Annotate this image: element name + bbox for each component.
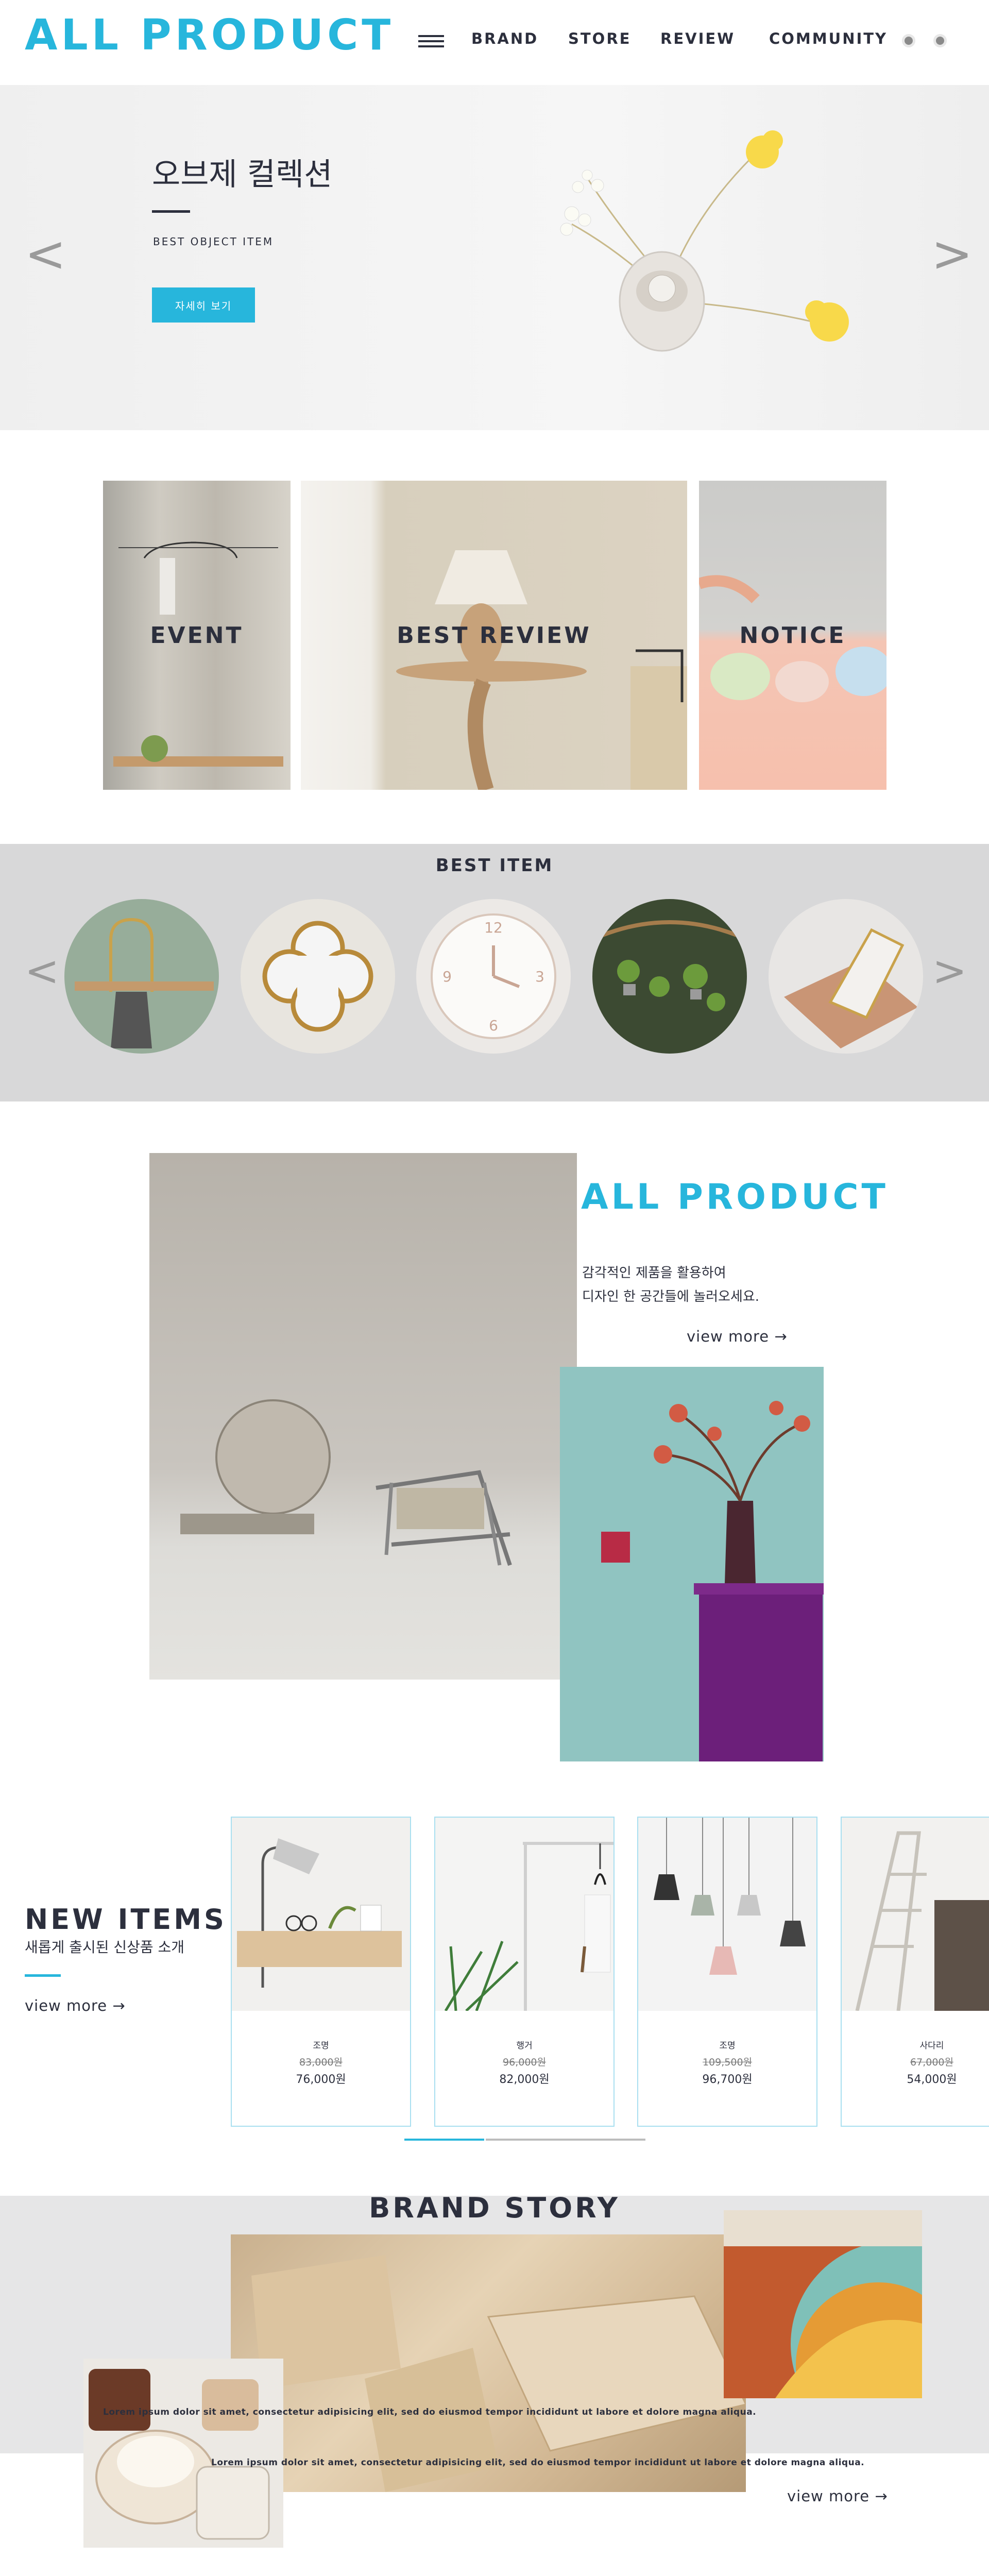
product-name-3: 조명 <box>719 2041 736 2051</box>
best-prev-arrow[interactable]: < <box>25 951 59 992</box>
best-item-1[interactable] <box>64 899 219 1054</box>
brand-story-rug-image <box>724 2210 922 2398</box>
user-icon[interactable] <box>902 34 915 47</box>
product-old-price-3: 109,500원 <box>702 2057 753 2068</box>
carousel-indicator-1[interactable] <box>404 2139 484 2141</box>
all-product-line-2: 디자인 한 공간들에 놀러오세요. <box>582 1289 760 1304</box>
chair-mirror-scene <box>180 1399 512 1566</box>
svg-text:12: 12 <box>484 919 503 936</box>
all-product-vase-image <box>560 1367 824 1761</box>
hero-subtitle: BEST OBJECT ITEM <box>153 235 274 248</box>
best-item-5[interactable] <box>769 899 923 1054</box>
svg-text:3: 3 <box>535 968 544 985</box>
tray-mirror-image <box>784 928 918 1048</box>
new-items-title: NEW ITEMS <box>25 1903 227 1936</box>
all-product-description: 감각적인 제품을 활용하여 디자인 한 공간들에 놀러오세요. <box>582 1261 759 1309</box>
hero-prev-arrow[interactable]: < <box>25 229 66 279</box>
hanging-plants-image <box>602 920 738 1011</box>
product-card-1[interactable]: 조명 83,000원 76,000원 <box>231 1817 411 2127</box>
product-price-2: 82,000원 <box>499 2073 550 2086</box>
carousel-indicator-2[interactable] <box>486 2139 566 2141</box>
all-product-title: ALL PRODUCT <box>581 1177 889 1217</box>
product-old-price-2: 96,000원 <box>503 2057 546 2068</box>
hero-divider <box>152 210 190 213</box>
brand-story-title: BRAND STORY <box>369 2192 620 2224</box>
best-item-3[interactable]: 12 3 6 9 <box>416 899 571 1054</box>
product-price-3: 96,700원 <box>702 2073 753 2086</box>
new-items-divider <box>25 1974 61 1977</box>
tile-event-label: EVENT <box>150 622 244 649</box>
tile-notice[interactable]: NOTICE <box>699 481 886 790</box>
hero-detail-button[interactable]: 자세히 보기 <box>152 287 255 323</box>
product-image-4 <box>842 1818 989 2011</box>
tile-event[interactable]: EVENT <box>103 481 291 790</box>
product-name-2: 행거 <box>516 2041 533 2051</box>
tile-best-review-label: BEST REVIEW <box>397 622 591 649</box>
best-item-title: BEST ITEM <box>435 855 554 876</box>
hero-banner <box>0 85 989 430</box>
cart-icon[interactable] <box>933 34 947 47</box>
all-product-line-1: 감각적인 제품을 활용하여 <box>582 1265 726 1281</box>
product-price-1: 76,000원 <box>296 2073 346 2086</box>
hero-vase-image <box>560 130 849 352</box>
nav-brand[interactable]: BRAND <box>471 30 538 47</box>
hero-title: 오브제 컬렉션 <box>152 157 333 193</box>
product-price-4: 54,000원 <box>907 2073 957 2086</box>
best-item-2[interactable] <box>241 899 395 1054</box>
product-name-1: 조명 <box>313 2041 329 2051</box>
product-image-3 <box>638 1818 816 2011</box>
brand-story-cups-image <box>83 2359 283 2548</box>
brand-story-text-1: Lorem ipsum dolor sit amet, consectetur … <box>103 2407 757 2417</box>
site-logo[interactable]: ALL PRODUCT <box>25 14 394 57</box>
carousel-indicator-3[interactable] <box>566 2139 645 2141</box>
nav-review[interactable]: REVIEW <box>660 30 735 47</box>
tile-best-review[interactable]: BEST REVIEW <box>301 481 687 790</box>
brand-story-view-more[interactable]: view more → <box>787 2487 888 2505</box>
wall-clock-image: 12 3 6 9 <box>431 913 556 1039</box>
nav-community[interactable]: COMMUNITY <box>769 30 888 47</box>
tile-notice-label: NOTICE <box>739 622 846 649</box>
product-card-3[interactable]: 조명 109,500원 96,700원 <box>637 1817 817 2127</box>
menu-icon[interactable] <box>418 35 444 48</box>
new-items-view-more[interactable]: view more → <box>25 1997 126 2014</box>
clover-mirror-image <box>262 921 373 1032</box>
product-image-2 <box>435 1818 613 2011</box>
svg-text:9: 9 <box>442 968 452 985</box>
nav-store[interactable]: STORE <box>568 30 631 47</box>
best-item-4[interactable] <box>592 899 747 1054</box>
product-image-1 <box>232 1818 410 2011</box>
shelf-mirror-image <box>75 918 214 1048</box>
product-old-price-1: 83,000원 <box>299 2057 343 2068</box>
purple-stand-scene <box>601 1401 824 1761</box>
new-items-subtitle: 새롭게 출시된 신상품 소개 <box>25 1939 185 1956</box>
svg-text:6: 6 <box>489 1017 498 1034</box>
product-name-4: 사다리 <box>919 2041 944 2051</box>
brand-story-text-2: Lorem ipsum dolor sit amet, consectetur … <box>211 2458 865 2468</box>
product-card-2[interactable]: 행거 96,000원 82,000원 <box>434 1817 615 2127</box>
all-product-view-more[interactable]: view more → <box>687 1328 788 1345</box>
product-old-price-4: 67,000원 <box>910 2057 953 2068</box>
product-card-4[interactable]: 사다리 67,000원 54,000원 <box>841 1817 989 2127</box>
hero-next-arrow[interactable]: > <box>931 229 973 279</box>
brand-story-bag-image <box>231 2234 747 2492</box>
all-product-room-image <box>149 1153 577 1680</box>
best-next-arrow[interactable]: > <box>932 951 967 992</box>
